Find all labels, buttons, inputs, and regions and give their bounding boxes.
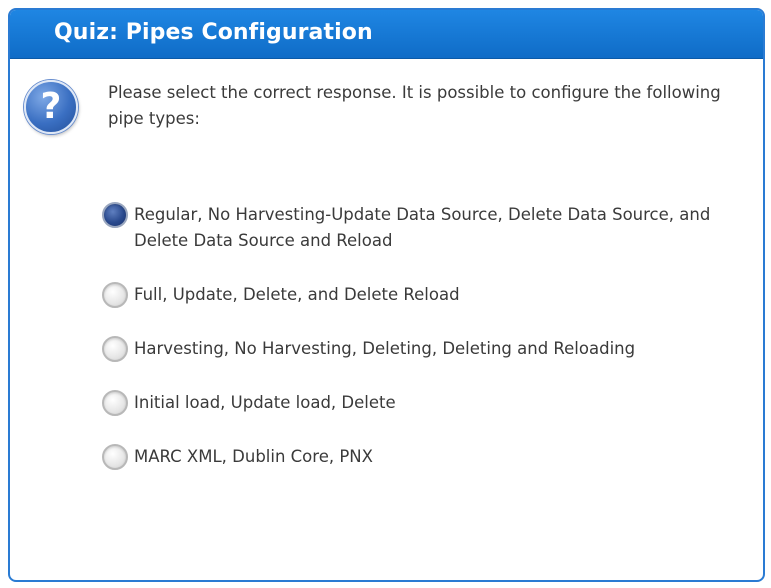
question-mark-glyph: ? xyxy=(40,86,62,127)
quiz-title: Quiz: Pipes Configuration xyxy=(54,20,373,45)
answer-option-label: Regular, No Harvesting-Update Data Sourc… xyxy=(134,205,711,250)
quiz-panel: Quiz: Pipes Configuration ? Please selec… xyxy=(8,8,765,582)
radio-button[interactable] xyxy=(102,444,128,470)
quiz-header: Quiz: Pipes Configuration xyxy=(10,10,763,59)
question-mark-icon: ? xyxy=(24,80,78,134)
answer-option-1[interactable]: Regular, No Harvesting-Update Data Sourc… xyxy=(102,202,732,254)
answer-option-5[interactable]: MARC XML, Dublin Core, PNX xyxy=(102,444,732,470)
answer-option-4[interactable]: Initial load, Update load, Delete xyxy=(102,390,732,416)
answer-option-3[interactable]: Harvesting, No Harvesting, Deleting, Del… xyxy=(102,336,732,362)
radio-button-selected[interactable] xyxy=(102,202,128,228)
question-text: Please select the correct response. It i… xyxy=(108,83,721,128)
answer-option-label: Harvesting, No Harvesting, Deleting, Del… xyxy=(134,339,636,358)
answer-option-label: Full, Update, Delete, and Delete Reload xyxy=(134,285,460,304)
radio-button[interactable] xyxy=(102,282,128,308)
answer-option-label: MARC XML, Dublin Core, PNX xyxy=(134,447,373,466)
radio-button[interactable] xyxy=(102,336,128,362)
answer-option-2[interactable]: Full, Update, Delete, and Delete Reload xyxy=(102,282,732,308)
answer-option-label: Initial load, Update load, Delete xyxy=(134,393,396,412)
radio-button[interactable] xyxy=(102,390,128,416)
